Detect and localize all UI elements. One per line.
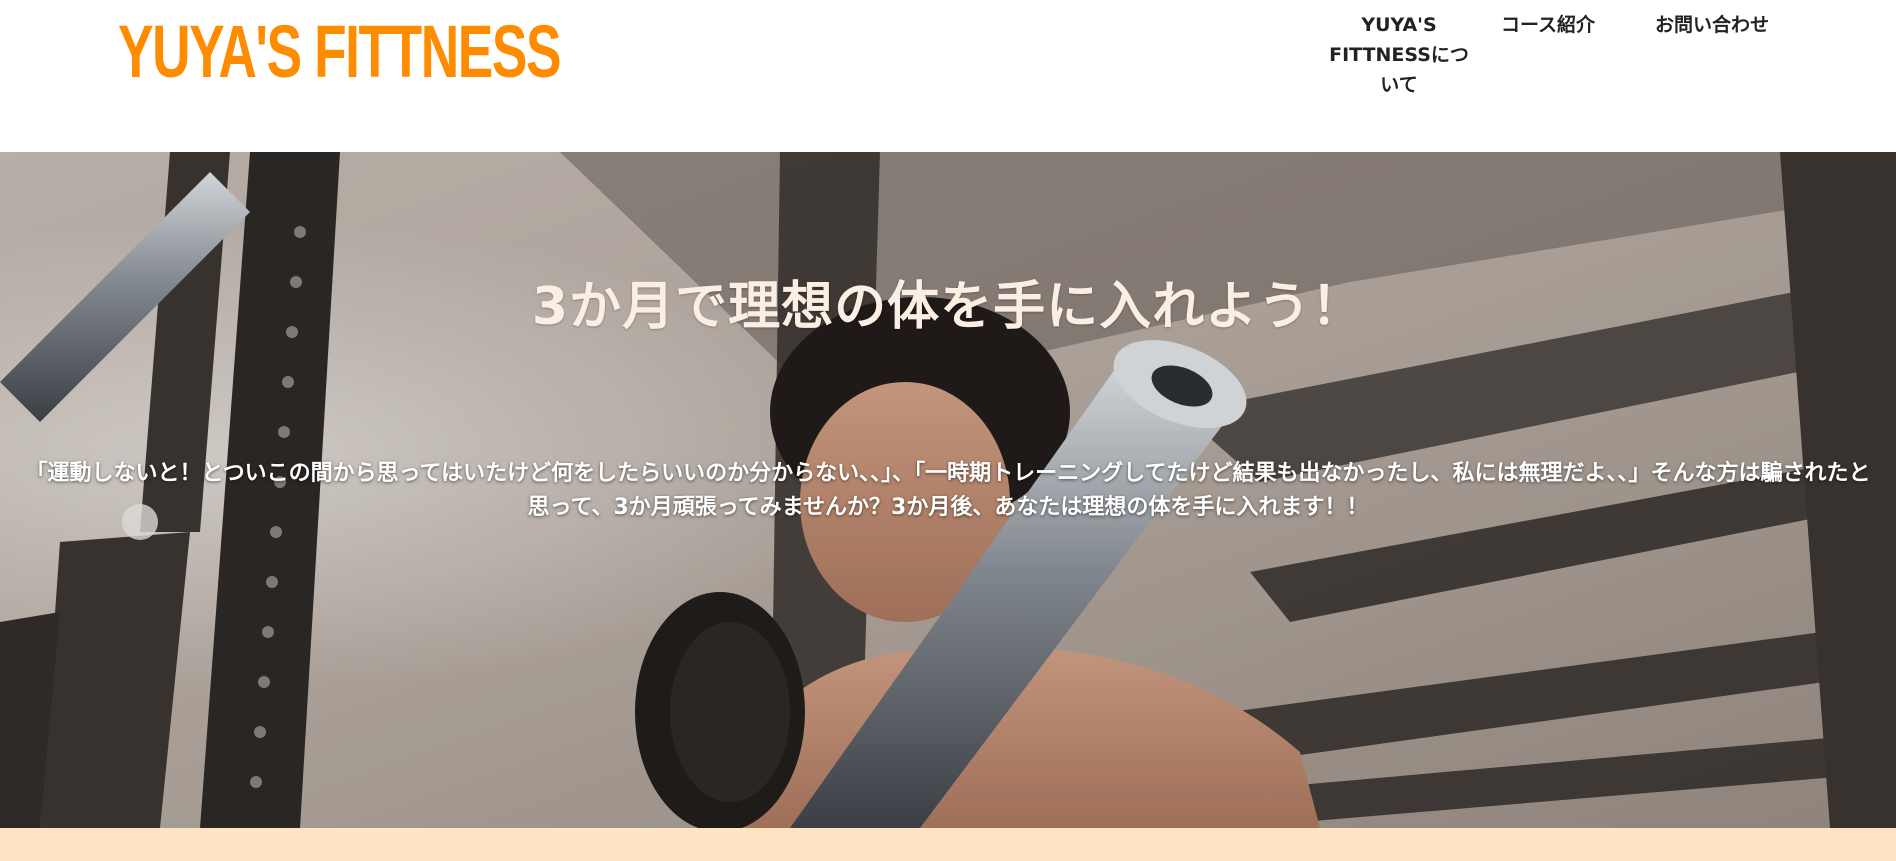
site-header: YUYA'S FITTNESS YUYA'S FITTNESSについて コース紹… <box>0 0 1896 152</box>
nav-link-about[interactable]: YUYA'S FITTNESSについて <box>1320 10 1478 100</box>
site-logo[interactable]: YUYA'S FITTNESS <box>118 14 562 90</box>
nav-link-courses[interactable]: コース紹介 <box>1478 10 1618 40</box>
next-section-strip <box>0 828 1896 861</box>
hero-title: 3か月で理想の体を手に入れよう！ <box>531 277 1365 337</box>
nav-link-contact[interactable]: お問い合わせ <box>1642 10 1782 40</box>
hero-description: 「運動しないと！とついこの間から思ってはいたけど何をしたらいいのか分からない、、… <box>25 461 1871 520</box>
main-nav: YUYA'S FITTNESSについて コース紹介 お問い合わせ <box>1320 10 1782 100</box>
hero-section: 3か月で理想の体を手に入れよう！ 「運動しないと！とついこの間から思ってはいたけ… <box>0 152 1896 828</box>
